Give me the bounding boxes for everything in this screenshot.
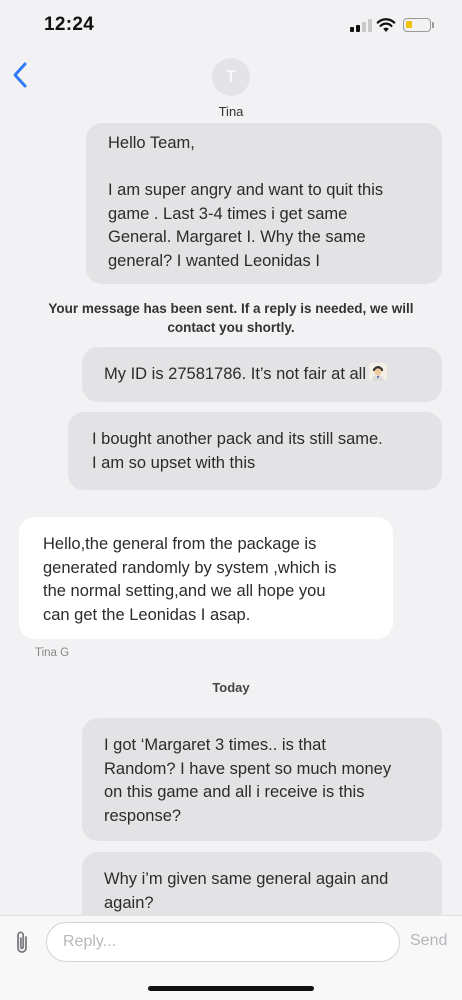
status-bar: 12:24 xyxy=(0,0,462,52)
message-line: general? I wanted Leonidas I xyxy=(108,251,320,270)
incoming-message[interactable]: Hello,the general from the package is ge… xyxy=(19,517,393,639)
sender-label: Tina G xyxy=(35,647,70,659)
message-line: again? xyxy=(104,893,154,912)
battery-tip xyxy=(432,22,434,28)
message-line: on this game and all i receive is this xyxy=(104,783,365,801)
message-line: can get the Leonidas I asap. xyxy=(43,605,251,624)
outgoing-message[interactable]: I got ‘Margaret 3 times.. is that Random… xyxy=(82,718,442,841)
message-line: Hello Team, xyxy=(108,134,195,152)
cellular-signal-icon xyxy=(350,19,372,32)
message-line: I am super angry and want to quit this xyxy=(108,181,384,199)
message-line: Hello,the general from the package is xyxy=(43,535,317,553)
day-separator: Today xyxy=(212,680,250,695)
message-line: Random? I have spent so much money xyxy=(104,759,392,778)
delivery-confirmation-note: Your message has been sent. If a reply i… xyxy=(20,299,442,337)
outgoing-message[interactable]: My ID is 27581786. It’s not fair at all xyxy=(82,347,442,402)
reply-input[interactable] xyxy=(46,922,400,962)
message-line: game . Last 3-4 times i get same xyxy=(108,204,348,223)
message-line: the normal setting,and we all hope you xyxy=(43,582,326,600)
message-line: generated randomly by system ,which is xyxy=(43,558,337,577)
contact-name[interactable]: Tina xyxy=(0,104,462,119)
outgoing-message[interactable]: Hello Team, I am super angry and want to… xyxy=(86,123,442,284)
paperclip-icon[interactable] xyxy=(11,930,33,956)
message-line: General. Margaret I. Why the same xyxy=(108,228,366,246)
back-chevron-icon[interactable] xyxy=(10,60,32,90)
person-emoji-icon xyxy=(369,363,387,381)
message-line: I got ‘Margaret 3 times.. is that xyxy=(104,736,326,754)
message-line: My ID is 27581786. It’s not fair at all xyxy=(104,365,366,383)
reply-composer: Send xyxy=(0,915,462,1000)
contact-avatar[interactable]: T xyxy=(212,58,250,96)
note-line: Your message has been sent. If a reply i… xyxy=(48,301,414,316)
outgoing-message[interactable]: I bought another pack and its still same… xyxy=(68,412,442,490)
battery-icon xyxy=(403,18,431,32)
message-line: response? xyxy=(104,806,182,825)
send-button[interactable]: Send xyxy=(410,932,447,950)
message-line: I am so upset with this xyxy=(92,453,256,472)
home-indicator xyxy=(148,986,314,991)
conversation-header: T Tina xyxy=(0,52,462,122)
message-line xyxy=(108,156,422,180)
note-line: contact you shortly. xyxy=(167,320,295,335)
wifi-icon xyxy=(376,18,396,32)
message-line: I bought another pack and its still same… xyxy=(92,430,383,448)
message-line: Why i’m given same general again and xyxy=(104,870,389,888)
status-time: 12:24 xyxy=(44,14,95,35)
